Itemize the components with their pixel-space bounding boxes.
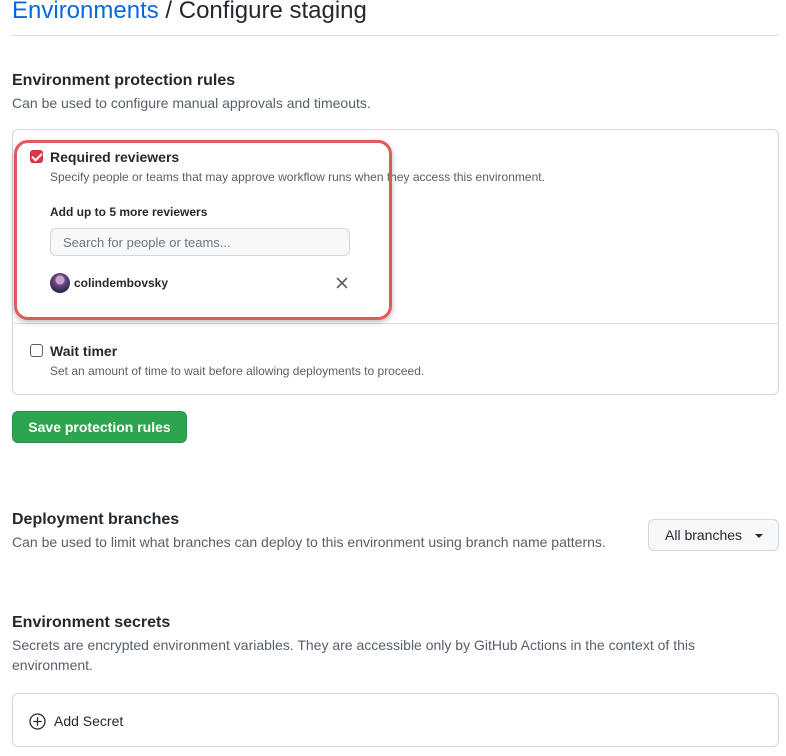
environment-secrets-description: Secrets are encrypted environment variab… xyxy=(12,637,695,673)
deployment-branches-title: Deployment branches xyxy=(12,511,180,528)
save-protection-rules-button[interactable]: Save protection rules xyxy=(12,411,187,443)
wait-timer-label: Wait timer xyxy=(50,343,118,359)
add-reviewers-label: Add up to 5 more reviewers xyxy=(50,205,208,219)
close-icon xyxy=(336,277,348,289)
branches-dropdown[interactable]: All branches xyxy=(648,519,779,551)
remove-reviewer-button[interactable] xyxy=(334,274,350,292)
wait-timer-description: Set an amount of time to wait before all… xyxy=(50,364,425,378)
reviewer-username: colindembovsky xyxy=(74,276,169,290)
page-header: Environments / Configure staging xyxy=(12,0,779,36)
required-reviewers-label: Required reviewers xyxy=(50,149,180,165)
breadcrumb-environments-link[interactable]: Environments xyxy=(12,0,159,24)
protection-rules-title: Environment protection rules xyxy=(12,72,236,89)
avatar xyxy=(50,273,70,293)
page-title-text: Configure staging xyxy=(178,0,367,24)
breadcrumb-separator: / xyxy=(158,0,179,24)
environment-secrets-title: Environment secrets xyxy=(12,614,171,631)
rules-divider xyxy=(13,323,778,324)
required-reviewers-description: Specify people or teams that may approve… xyxy=(50,170,545,184)
page-title: Environments / Configure staging xyxy=(12,0,367,26)
reviewer-list-item: colindembovsky xyxy=(50,273,350,293)
required-reviewers-checkbox[interactable] xyxy=(30,150,43,163)
wait-timer-checkbox[interactable] xyxy=(30,344,43,357)
add-secret-label: Add Secret xyxy=(54,713,124,729)
plus-circle-icon xyxy=(29,713,46,730)
caret-down-icon xyxy=(755,534,763,538)
deployment-branches-description: Can be used to limit what branches can d… xyxy=(12,534,606,550)
reviewer-search-input[interactable] xyxy=(50,228,350,256)
protection-rules-box: Required reviewers Specify people or tea… xyxy=(12,129,779,395)
protection-rules-description: Can be used to configure manual approval… xyxy=(12,95,371,111)
branches-dropdown-label: All branches xyxy=(665,527,743,543)
environment-secrets-box: Add Secret xyxy=(12,693,779,747)
